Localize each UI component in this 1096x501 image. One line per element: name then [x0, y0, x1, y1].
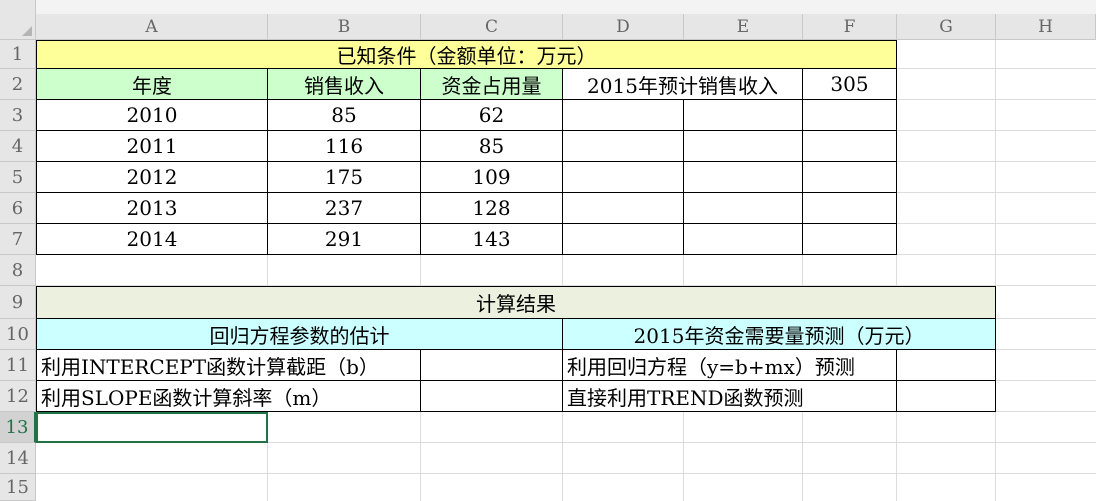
intercept-value-cell[interactable]	[421, 350, 563, 381]
sales-cell[interactable]: 85	[268, 100, 421, 131]
empty-cell[interactable]	[684, 131, 803, 162]
empty-cell[interactable]	[563, 100, 684, 131]
empty-cell[interactable]	[563, 162, 684, 193]
empty-cell[interactable]	[684, 193, 803, 224]
trend-forecast-value-cell[interactable]	[897, 381, 996, 412]
empty-cell[interactable]	[563, 224, 684, 255]
empty-cell[interactable]	[563, 131, 684, 162]
forecast-header[interactable]: 2015年资金需要量预测（万元）	[563, 319, 996, 350]
column-header-a[interactable]: A	[36, 14, 268, 40]
toolbar-strip	[36, 0, 1096, 14]
gridline	[995, 40, 996, 501]
empty-cell[interactable]	[803, 162, 897, 193]
header-capital-cell[interactable]: 资金占用量	[421, 69, 563, 100]
select-all-corner[interactable]	[0, 0, 36, 40]
row-header-4[interactable]: 4	[0, 131, 36, 162]
row-header-9[interactable]: 9	[0, 286, 36, 319]
results-title-cell[interactable]: 计算结果	[36, 286, 996, 319]
column-header-b[interactable]: B	[268, 14, 421, 40]
forecast-value-cell[interactable]: 305	[803, 69, 897, 100]
row-header-2[interactable]: 2	[0, 69, 36, 100]
capital-cell[interactable]: 62	[421, 100, 563, 131]
regression-forecast-label-cell[interactable]: 利用回归方程（y=b+mx）预测	[563, 350, 897, 381]
year-cell[interactable]: 2012	[36, 162, 268, 193]
row-header-11[interactable]: 11	[0, 350, 36, 381]
trend-forecast-label-cell[interactable]: 直接利用TREND函数预测	[563, 381, 897, 412]
row-header-7[interactable]: 7	[0, 224, 36, 255]
row-header-5[interactable]: 5	[0, 162, 36, 193]
column-header-h[interactable]: H	[996, 14, 1096, 40]
forecast-label-cell[interactable]: 2015年预计销售收入	[563, 69, 803, 100]
header-sales-cell[interactable]: 销售收入	[268, 69, 421, 100]
empty-cell[interactable]	[684, 100, 803, 131]
column-header-d[interactable]: D	[563, 14, 684, 40]
capital-cell[interactable]: 109	[421, 162, 563, 193]
regression-forecast-value-cell[interactable]	[897, 350, 996, 381]
row-header-3[interactable]: 3	[0, 100, 36, 131]
slope-label-cell[interactable]: 利用SLOPE函数计算斜率（m）	[36, 381, 421, 412]
capital-cell[interactable]: 85	[421, 131, 563, 162]
row-header-8[interactable]: 8	[0, 255, 36, 286]
year-cell[interactable]: 2013	[36, 193, 268, 224]
row-header-6[interactable]: 6	[0, 193, 36, 224]
capital-cell[interactable]: 143	[421, 224, 563, 255]
intercept-label-cell[interactable]: 利用INTERCEPT函数计算截距（b）	[36, 350, 421, 381]
row-header-13[interactable]: 13	[0, 412, 36, 443]
column-header-e[interactable]: E	[684, 14, 803, 40]
empty-cell[interactable]	[803, 193, 897, 224]
empty-cell[interactable]	[563, 193, 684, 224]
known-title-cell[interactable]: 已知条件（金额单位：万元）	[36, 40, 897, 69]
row-header-12[interactable]: 12	[0, 381, 36, 412]
active-cell-selection[interactable]	[36, 412, 268, 443]
column-header-f[interactable]: F	[803, 14, 897, 40]
empty-cell[interactable]	[803, 131, 897, 162]
gridline	[36, 473, 1096, 474]
column-header-c[interactable]: C	[421, 14, 563, 40]
slope-value-cell[interactable]	[421, 381, 563, 412]
capital-cell[interactable]: 128	[421, 193, 563, 224]
row-header-15[interactable]: 15	[0, 474, 36, 501]
sales-cell[interactable]: 237	[268, 193, 421, 224]
year-cell[interactable]: 2010	[36, 100, 268, 131]
empty-cell[interactable]	[803, 224, 897, 255]
year-cell[interactable]: 2014	[36, 224, 268, 255]
sales-cell[interactable]: 291	[268, 224, 421, 255]
empty-cell[interactable]	[803, 100, 897, 131]
year-cell[interactable]: 2011	[36, 131, 268, 162]
sales-cell[interactable]: 175	[268, 162, 421, 193]
sales-cell[interactable]: 116	[268, 131, 421, 162]
row-header-10[interactable]: 10	[0, 319, 36, 350]
select-all-icon	[22, 26, 32, 36]
regression-params-header[interactable]: 回归方程参数的估计	[36, 319, 563, 350]
spreadsheet: A B C D E F G H 1 2 3 4 5 6 7 8 9 10 11 …	[0, 0, 1096, 501]
row-header-14[interactable]: 14	[0, 443, 36, 474]
empty-cell[interactable]	[684, 162, 803, 193]
header-year-cell[interactable]: 年度	[36, 69, 268, 100]
empty-cell[interactable]	[684, 224, 803, 255]
row-header-1[interactable]: 1	[0, 40, 36, 69]
column-header-g[interactable]: G	[897, 14, 996, 40]
